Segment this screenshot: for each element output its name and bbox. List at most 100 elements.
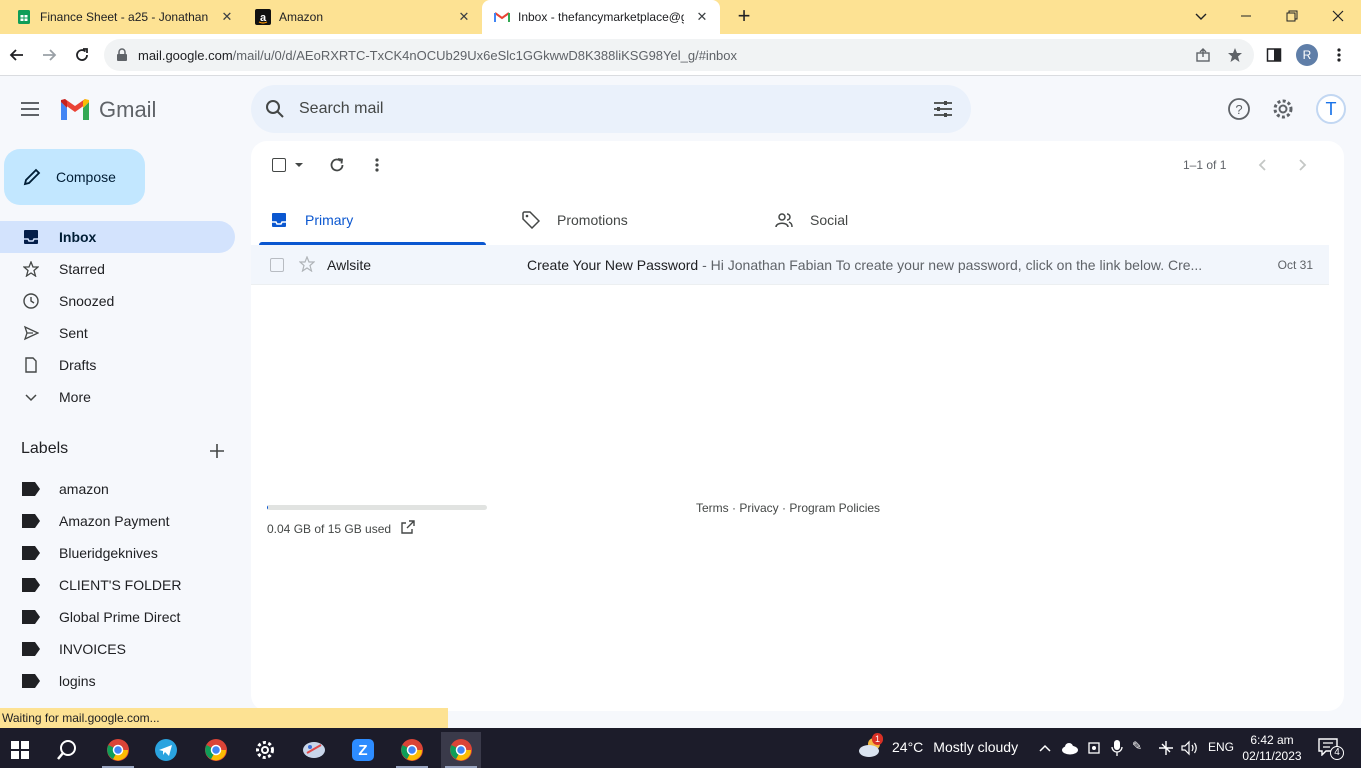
star-icon[interactable] bbox=[299, 256, 315, 272]
browser-tab-finance-sheet[interactable]: Finance Sheet - a25 - Jonathan F ✕ bbox=[0, 0, 245, 34]
minimize-button[interactable] bbox=[1231, 4, 1261, 28]
side-panel-button[interactable] bbox=[1262, 43, 1286, 67]
search-icon[interactable] bbox=[265, 99, 285, 119]
close-icon[interactable]: ✕ bbox=[219, 9, 235, 25]
taskbar-chrome-profile-1[interactable] bbox=[98, 732, 138, 768]
label-name: amazon bbox=[59, 481, 109, 497]
start-button[interactable] bbox=[0, 732, 40, 768]
search-icon bbox=[57, 740, 76, 760]
url-path: /mail/u/0/d/AEoRXRTC-TxCK4nOCUb29Ux6eSlc… bbox=[232, 47, 738, 63]
close-icon[interactable]: ✕ bbox=[694, 9, 710, 25]
restore-button[interactable] bbox=[1277, 4, 1307, 28]
hamburger-menu-icon[interactable] bbox=[18, 97, 42, 121]
sidebar-item-inbox[interactable]: Inbox bbox=[0, 221, 235, 253]
add-label-icon[interactable] bbox=[207, 441, 227, 461]
storage-usage-text: 0.04 GB of 15 GB used bbox=[267, 522, 392, 536]
label-name: Global Prime Direct bbox=[59, 609, 181, 625]
taskbar-telegram[interactable] bbox=[146, 732, 186, 768]
chevron-up-icon[interactable] bbox=[1038, 742, 1052, 754]
caret-down-icon[interactable] bbox=[289, 155, 309, 175]
select-all-checkbox[interactable] bbox=[269, 155, 289, 175]
settings-gear-icon[interactable] bbox=[1271, 97, 1295, 121]
weather-widget[interactable]: 1 24°C Mostly cloudy bbox=[858, 733, 1019, 758]
close-window-button[interactable] bbox=[1323, 4, 1353, 28]
sidebar-item-more[interactable]: More bbox=[0, 381, 235, 413]
label-item[interactable]: Blueridgeknives bbox=[0, 537, 235, 569]
more-vert-icon[interactable] bbox=[367, 155, 387, 175]
taskbar-chrome-profile-2[interactable] bbox=[392, 732, 432, 768]
refresh-icon[interactable] bbox=[327, 155, 347, 175]
reload-icon bbox=[76, 48, 88, 61]
label-item[interactable]: CLIENT'S FOLDER bbox=[0, 569, 235, 601]
share-icon[interactable] bbox=[1195, 47, 1211, 63]
search-bar[interactable] bbox=[251, 85, 971, 133]
email-row[interactable]: Awlsite Create Your New Password - Hi Jo… bbox=[251, 245, 1329, 285]
gmail-icon bbox=[494, 12, 510, 22]
tab-title: Inbox - thefancymarketplace@g bbox=[518, 10, 684, 24]
chevron-right-icon[interactable] bbox=[1292, 155, 1312, 175]
label-name: Amazon Payment bbox=[59, 513, 170, 529]
reload-button[interactable] bbox=[70, 43, 94, 67]
sidebar-item-label: Snoozed bbox=[59, 293, 115, 309]
camera-icon[interactable] bbox=[1087, 739, 1101, 757]
open-external-icon[interactable] bbox=[400, 519, 416, 535]
sidebar-item-snoozed[interactable]: Snoozed bbox=[0, 285, 235, 317]
tab-social[interactable]: Social bbox=[756, 195, 991, 245]
email-checkbox[interactable] bbox=[270, 258, 284, 272]
email-date: Oct 31 bbox=[1277, 258, 1313, 272]
tab-primary[interactable]: Primary bbox=[251, 195, 486, 245]
taskbar-chrome-profile-3[interactable] bbox=[441, 732, 481, 768]
taskbar-search-button[interactable] bbox=[47, 732, 87, 768]
volume-icon[interactable] bbox=[1181, 740, 1199, 756]
storage-progress-bar bbox=[267, 505, 487, 510]
onedrive-cloud-icon[interactable] bbox=[1061, 741, 1079, 755]
label-item[interactable]: Amazon Payment bbox=[0, 505, 235, 537]
label-item[interactable]: logins bbox=[0, 665, 235, 697]
label-item[interactable]: amazon bbox=[0, 473, 235, 505]
bookmark-star-icon[interactable] bbox=[1227, 47, 1243, 63]
chevron-down-icon[interactable] bbox=[1186, 4, 1216, 28]
profile-button[interactable]: R bbox=[1295, 43, 1319, 67]
tab-promotions[interactable]: Promotions bbox=[503, 195, 738, 245]
taskbar-chrome[interactable] bbox=[196, 732, 236, 768]
compose-button[interactable]: Compose bbox=[4, 149, 145, 205]
url-host: mail.google.com bbox=[138, 47, 233, 63]
taskbar-clock[interactable]: 6:42 am 02/11/2023 bbox=[1240, 732, 1304, 764]
browser-tab-amazon[interactable]: a Amazon ✕ bbox=[245, 0, 482, 34]
label-item[interactable]: Global Prime Direct bbox=[0, 601, 235, 633]
weather-condition: Mostly cloudy bbox=[933, 739, 1019, 755]
search-options-icon[interactable] bbox=[933, 99, 953, 119]
sidebar-item-label: Sent bbox=[59, 325, 88, 341]
browser-menu-button[interactable] bbox=[1327, 43, 1351, 67]
arrow-left-icon bbox=[9, 49, 23, 61]
email-snippet: - Hi Jonathan Fabian To create your new … bbox=[698, 257, 1203, 273]
chevron-left-icon[interactable] bbox=[1253, 155, 1273, 175]
network-icon[interactable] bbox=[1157, 739, 1175, 757]
language-indicator[interactable]: ENG bbox=[1208, 740, 1234, 754]
svg-text:?: ? bbox=[1235, 102, 1242, 117]
taskbar-zoom[interactable]: Z bbox=[343, 732, 383, 768]
close-icon[interactable]: ✕ bbox=[456, 9, 472, 25]
sidebar-item-starred[interactable]: Starred bbox=[0, 253, 235, 285]
taskbar-settings[interactable] bbox=[245, 732, 285, 768]
new-tab-button[interactable]: + bbox=[733, 5, 755, 28]
account-avatar[interactable]: T bbox=[1316, 94, 1346, 124]
label-name: CLIENT'S FOLDER bbox=[59, 577, 182, 593]
sidebar-item-drafts[interactable]: Drafts bbox=[0, 349, 235, 381]
back-button[interactable] bbox=[5, 43, 29, 67]
sidebar-item-sent[interactable]: Sent bbox=[0, 317, 235, 349]
forward-button[interactable] bbox=[37, 43, 61, 67]
tag-icon bbox=[521, 210, 541, 230]
browser-tab-inbox[interactable]: Inbox - thefancymarketplace@g ✕ bbox=[482, 0, 720, 34]
footer-links[interactable]: Terms · Privacy · Program Policies bbox=[696, 501, 880, 515]
search-input[interactable] bbox=[299, 100, 899, 118]
taskbar-snipping-tool[interactable] bbox=[294, 732, 334, 768]
notification-center-button[interactable]: 4 bbox=[1318, 738, 1344, 760]
address-bar[interactable]: mail.google.com/mail/u/0/d/AEoRXRTC-TxCK… bbox=[104, 39, 1254, 71]
microphone-icon[interactable] bbox=[1110, 739, 1124, 757]
help-icon[interactable]: ? bbox=[1227, 97, 1251, 121]
weather-cloud-sun-icon: 1 bbox=[858, 733, 884, 758]
gmail-logo[interactable]: Gmail bbox=[59, 97, 156, 123]
label-item[interactable]: INVOICES bbox=[0, 633, 235, 665]
ime-mode-icon[interactable]: ✎ bbox=[1132, 739, 1142, 753]
